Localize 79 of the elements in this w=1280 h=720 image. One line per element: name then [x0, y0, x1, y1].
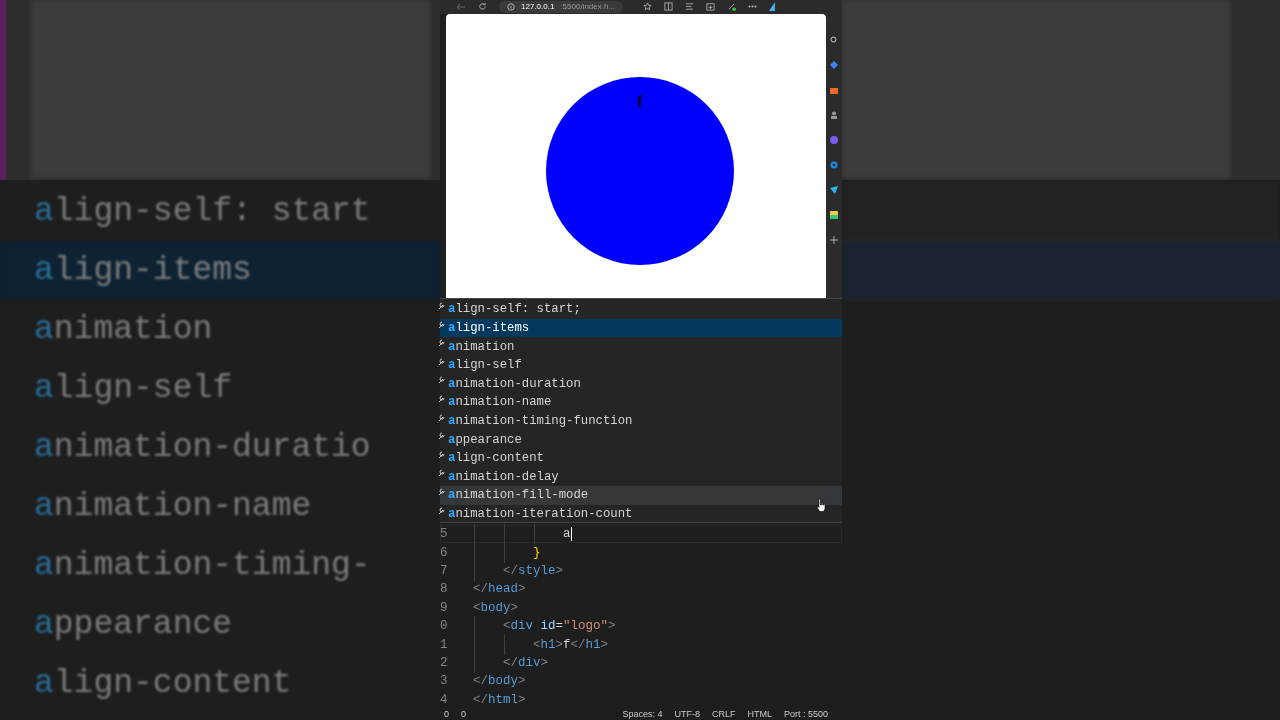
code-line: </head>: [473, 582, 526, 597]
line-number: 2: [440, 656, 449, 670]
wallet-icon[interactable]: [830, 210, 838, 219]
line-number: 0: [440, 619, 449, 634]
blurred-suggestion: align-items: [0, 241, 440, 300]
wrench-icon: [438, 339, 445, 348]
line-number: 9: [440, 600, 449, 615]
status-item[interactable]: Port : 5500: [783, 709, 828, 720]
status-item[interactable]: 0: [444, 709, 449, 720]
line-number: 5: [440, 527, 449, 542]
code-line: </style>: [473, 564, 564, 579]
info-icon: [507, 2, 515, 11]
suggestion-item[interactable]: animation-delay: [440, 467, 842, 487]
status-item[interactable]: UTF-8: [674, 709, 700, 720]
line-number: 6: [440, 545, 449, 560]
blurred-suggestion: animation-timing-: [33, 546, 372, 586]
suggestion-item[interactable]: align-items: [440, 318, 842, 338]
wrench-icon: [438, 395, 445, 404]
blurred-suggestion: animation-name: [33, 487, 313, 527]
collections-icon[interactable]: [706, 2, 716, 12]
wrench-icon: [438, 432, 445, 441]
diamond-icon[interactable]: [830, 60, 838, 69]
line-number: 7: [440, 564, 449, 579]
status-item[interactable]: HTML: [747, 709, 772, 720]
extension-icon[interactable]: [727, 2, 737, 12]
blurred-suggestion: animation-duratio: [33, 428, 372, 468]
code-line: </body>: [473, 674, 526, 689]
add-icon[interactable]: [830, 235, 838, 244]
code-line: <body>: [473, 600, 519, 615]
favorites-icon[interactable]: [685, 2, 695, 12]
code-line: </html>: [473, 692, 526, 707]
line-number: 1: [440, 637, 449, 652]
suggestion-item[interactable]: align-self: start;: [440, 300, 842, 319]
person-icon[interactable]: [830, 110, 838, 119]
hand-cursor-icon: [816, 498, 826, 512]
wrench-icon: [438, 488, 445, 497]
wrench-icon: [438, 357, 445, 366]
refresh-icon[interactable]: [478, 2, 487, 12]
status-item[interactable]: CRLF: [711, 709, 736, 720]
suggestion-item[interactable]: appearance: [440, 430, 842, 449]
status-item[interactable]: Spaces: 4: [622, 709, 663, 720]
line-number: 8: [440, 582, 449, 597]
search-icon[interactable]: [830, 35, 838, 44]
code-line: }: [473, 545, 541, 560]
wrench-icon: [438, 413, 445, 422]
suggestion-item[interactable]: animation-name: [440, 393, 842, 412]
code-line: <div id="logo">: [473, 619, 616, 634]
blurred-suggestion: align-content: [33, 664, 293, 704]
code-line: </div>: [473, 656, 549, 670]
wrench-icon: [438, 302, 445, 311]
circle-icon[interactable]: [830, 135, 838, 144]
split-icon[interactable]: [664, 2, 674, 12]
back-icon[interactable]: [456, 2, 466, 11]
code-line: <h1>f</h1>: [473, 637, 609, 652]
wrench-icon: [438, 376, 445, 385]
line-number: 4: [440, 692, 449, 707]
blurred-suggestion: align-self: [33, 369, 234, 409]
send-icon[interactable]: [830, 185, 838, 194]
logo-heading: f: [637, 92, 643, 111]
blurred-suggestion: animation: [33, 310, 214, 350]
suggestion-item[interactable]: animation-iteration-count: [440, 504, 842, 524]
wrench-icon: [438, 320, 445, 329]
line-number: 3: [440, 674, 449, 689]
code-line: a: [473, 527, 572, 542]
suggestion-item[interactable]: animation-duration: [440, 374, 842, 394]
wrench-icon: [438, 450, 445, 459]
suggestion-item[interactable]: animation: [440, 337, 842, 356]
more-icon[interactable]: [748, 5, 758, 9]
address-bar[interactable]: 127.0.0.1 :5500/index.h...: [499, 0, 624, 13]
blurred-suggestion: align-self: start: [33, 192, 372, 232]
star-icon[interactable]: [643, 2, 653, 12]
wrench-icon: [438, 469, 445, 478]
suggestion-item[interactable]: align-self: [440, 355, 842, 375]
suggestion-item[interactable]: animation-fill-mode: [440, 486, 842, 505]
blurred-suggestion: appearance: [33, 605, 234, 645]
wrench-icon: [438, 506, 445, 515]
suggestion-item[interactable]: align-content: [440, 448, 842, 468]
status-item[interactable]: 0: [461, 709, 467, 720]
suggestion-item[interactable]: animation-timing-function: [440, 411, 842, 431]
